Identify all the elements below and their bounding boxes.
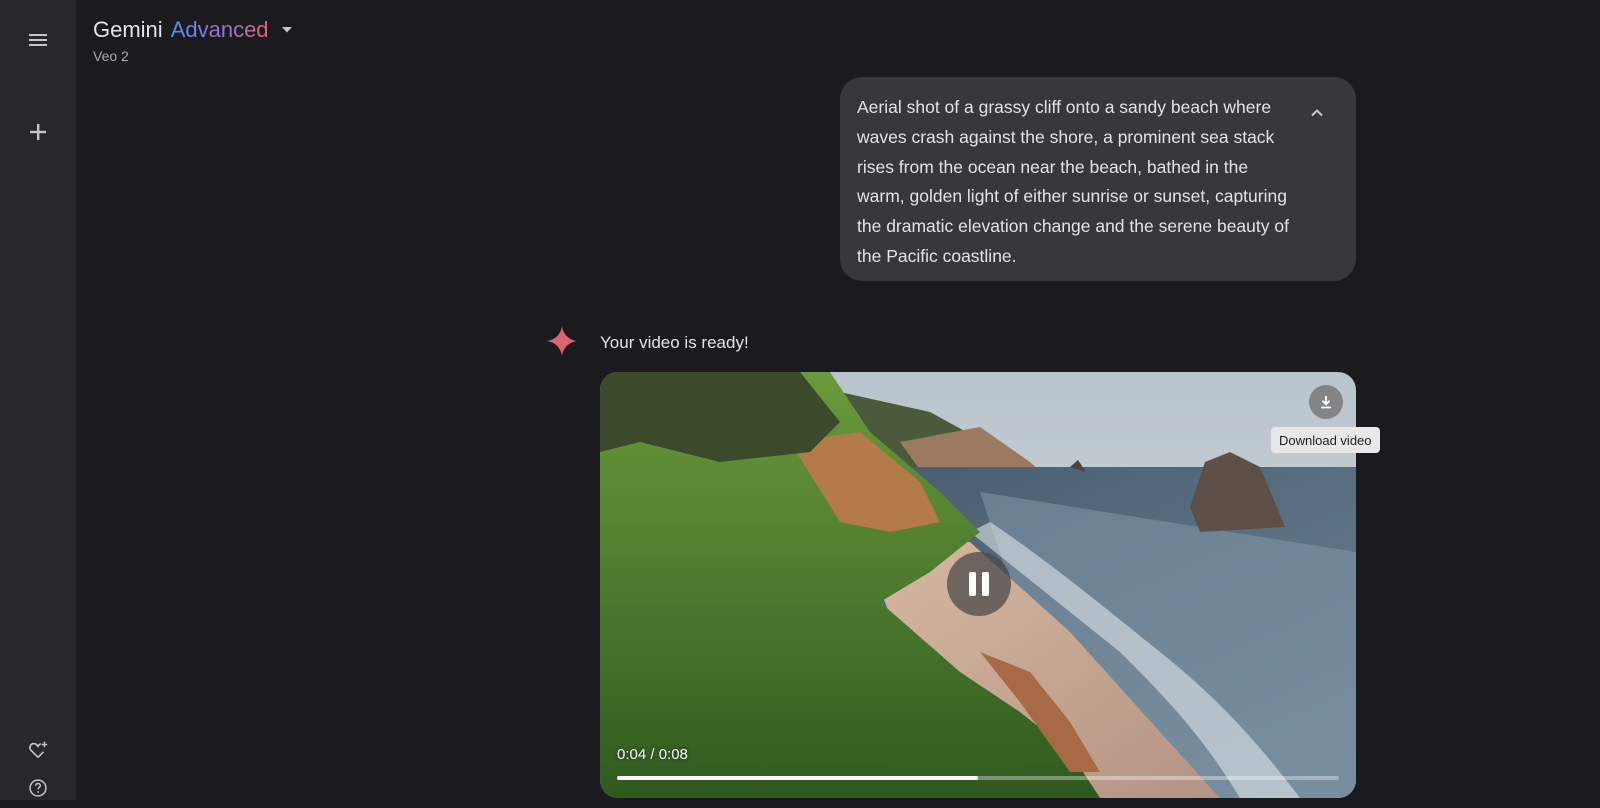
pause-icon	[969, 572, 989, 596]
user-prompt-text: Aerial shot of a grassy cliff onto a san…	[857, 97, 1289, 266]
side-rail	[0, 0, 76, 800]
video-player[interactable]: 0:04 / 0:08	[600, 372, 1356, 798]
collapse-chevron-up-icon[interactable]	[1300, 95, 1334, 129]
download-icon	[1321, 396, 1331, 409]
gemini-spark-icon	[547, 326, 577, 356]
download-tooltip: Download video	[1271, 427, 1380, 453]
help-icon[interactable]	[18, 768, 58, 808]
progress-fill	[617, 776, 978, 780]
new-chat-plus-icon[interactable]	[18, 112, 58, 152]
response-text: Your video is ready!	[600, 333, 749, 352]
progress-bar[interactable]	[617, 776, 1339, 780]
user-prompt-bubble: Aerial shot of a grassy cliff onto a san…	[840, 77, 1356, 281]
gem-manager-icon[interactable]	[18, 730, 58, 770]
dropdown-caret-icon[interactable]	[281, 26, 293, 34]
app-title: Gemini	[93, 17, 163, 42]
hamburger-menu-icon[interactable]	[18, 20, 58, 60]
download-video-button[interactable]	[1309, 385, 1343, 419]
tier-label: Advanced	[170, 17, 269, 42]
pause-button[interactable]	[947, 552, 1011, 616]
model-switcher[interactable]: Gemini Advanced	[93, 17, 293, 43]
time-display: 0:04 / 0:08	[617, 746, 688, 763]
model-name: Veo 2	[93, 48, 129, 64]
